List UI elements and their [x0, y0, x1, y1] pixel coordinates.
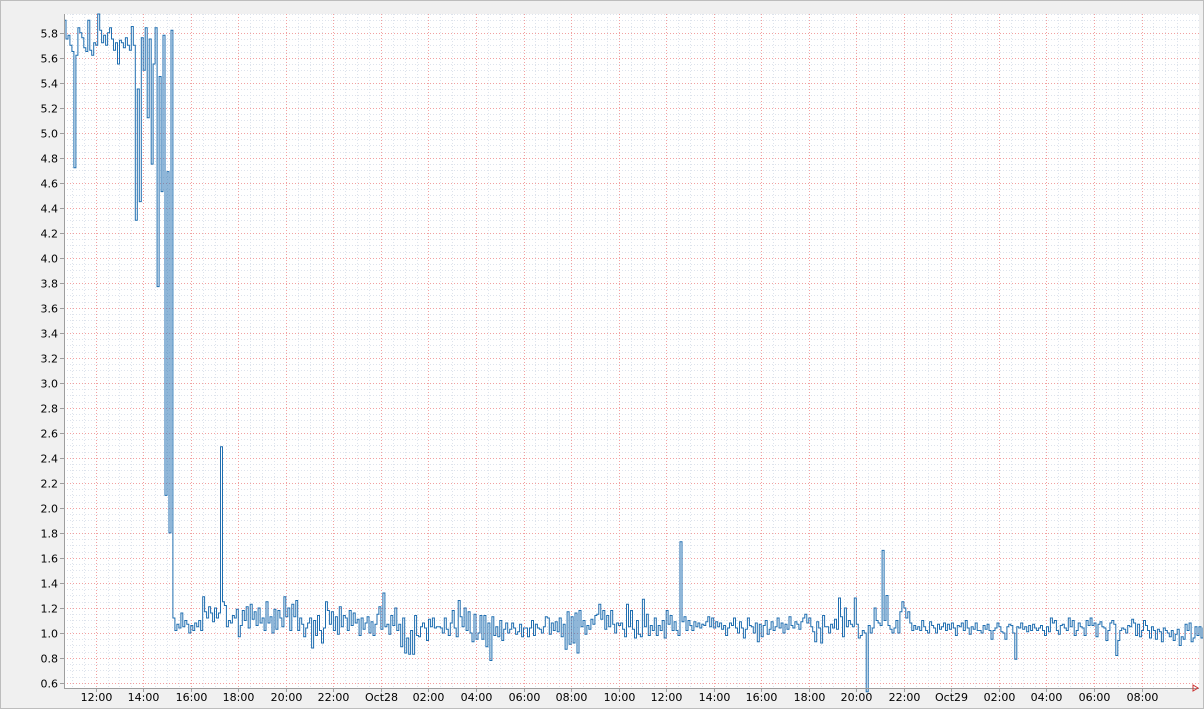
- y-tick-label: 3.4: [41, 328, 59, 341]
- y-tick-label: 5.8: [41, 28, 59, 41]
- y-tick-label: 2.4: [41, 453, 59, 466]
- y-tick-label: 4.4: [41, 203, 59, 216]
- y-tick-label: 2.6: [41, 428, 59, 441]
- x-tick-label: 04:00: [461, 691, 493, 704]
- y-tick-label: 2.2: [41, 478, 59, 491]
- x-tick-label: 22:00: [889, 691, 921, 704]
- y-tick-label: 2.8: [41, 403, 59, 416]
- y-tick-label: 1.2: [41, 603, 59, 616]
- y-tick-label: 1.4: [41, 578, 59, 591]
- x-tick-label: 16:00: [176, 691, 208, 704]
- y-axis-ticks: 0.6 0.8 1.0 1.2 1.4 1.6 1.8 2.0 2.2 2.4 2.6 2.8 3.0 3…: [41, 28, 64, 691]
- chart-container: 0.6 0.8 1.0 1.2 1.4 1.6 1.8 2.0 2.2 2.4 2.6 2.8 3.0 3…: [0, 0, 1204, 709]
- y-tick-label: 4.0: [41, 253, 59, 266]
- x-tick-label: 02:00: [984, 691, 1016, 704]
- x-tick-label: 12:00: [81, 691, 113, 704]
- x-tick-label: 10:00: [604, 691, 636, 704]
- y-tick-label: 4.6: [41, 178, 59, 191]
- x-tick-label: 20:00: [271, 691, 303, 704]
- y-tick-label: 3.0: [41, 378, 59, 391]
- y-tick-label: 5.2: [41, 103, 59, 116]
- x-tick-label: 20:00: [841, 691, 873, 704]
- y-tick-label: 1.6: [41, 553, 59, 566]
- x-tick-label: 14:00: [128, 691, 160, 704]
- y-tick-label: 3.6: [41, 303, 59, 316]
- x-tick-label: 06:00: [1079, 691, 1111, 704]
- x-tick-label: 14:00: [699, 691, 731, 704]
- x-tick-label: 02:00: [413, 691, 445, 704]
- x-tick-label: 16:00: [746, 691, 778, 704]
- y-tick-label: 4.8: [41, 153, 59, 166]
- x-tick-label: 22:00: [318, 691, 350, 704]
- line-chart: 0.6 0.8 1.0 1.2 1.4 1.6 1.8 2.0 2.2 2.4 2.6 2.8 3.0 3…: [41, 13, 1203, 704]
- y-tick-label: 0.6: [41, 678, 59, 691]
- y-tick-label: 3.8: [41, 278, 59, 291]
- y-tick-label: 4.2: [41, 228, 59, 241]
- x-tick-label: Oct29: [935, 691, 968, 704]
- x-tick-label: 18:00: [223, 691, 255, 704]
- y-tick-label: 5.6: [41, 53, 59, 66]
- x-tick-label: 08:00: [556, 691, 588, 704]
- y-tick-label: 1.8: [41, 528, 59, 541]
- y-tick-label: 2.0: [41, 503, 59, 516]
- x-tick-label: 18:00: [794, 691, 826, 704]
- x-tick-label: 08:00: [1127, 691, 1159, 704]
- y-tick-label: 3.2: [41, 353, 59, 366]
- x-axis-ticks: 12:00 14:00 16:00 18:00 20:00 22:00 Oct28 02:00…: [81, 688, 1159, 704]
- y-tick-label: 0.8: [41, 653, 59, 666]
- y-tick-label: 5.0: [41, 128, 59, 141]
- y-tick-label: 1.0: [41, 628, 59, 641]
- x-tick-label: Oct28: [365, 691, 398, 704]
- y-tick-label: 5.4: [41, 78, 59, 91]
- x-tick-label: 12:00: [651, 691, 683, 704]
- x-tick-label: 06:00: [509, 691, 541, 704]
- x-tick-label: 04:00: [1031, 691, 1063, 704]
